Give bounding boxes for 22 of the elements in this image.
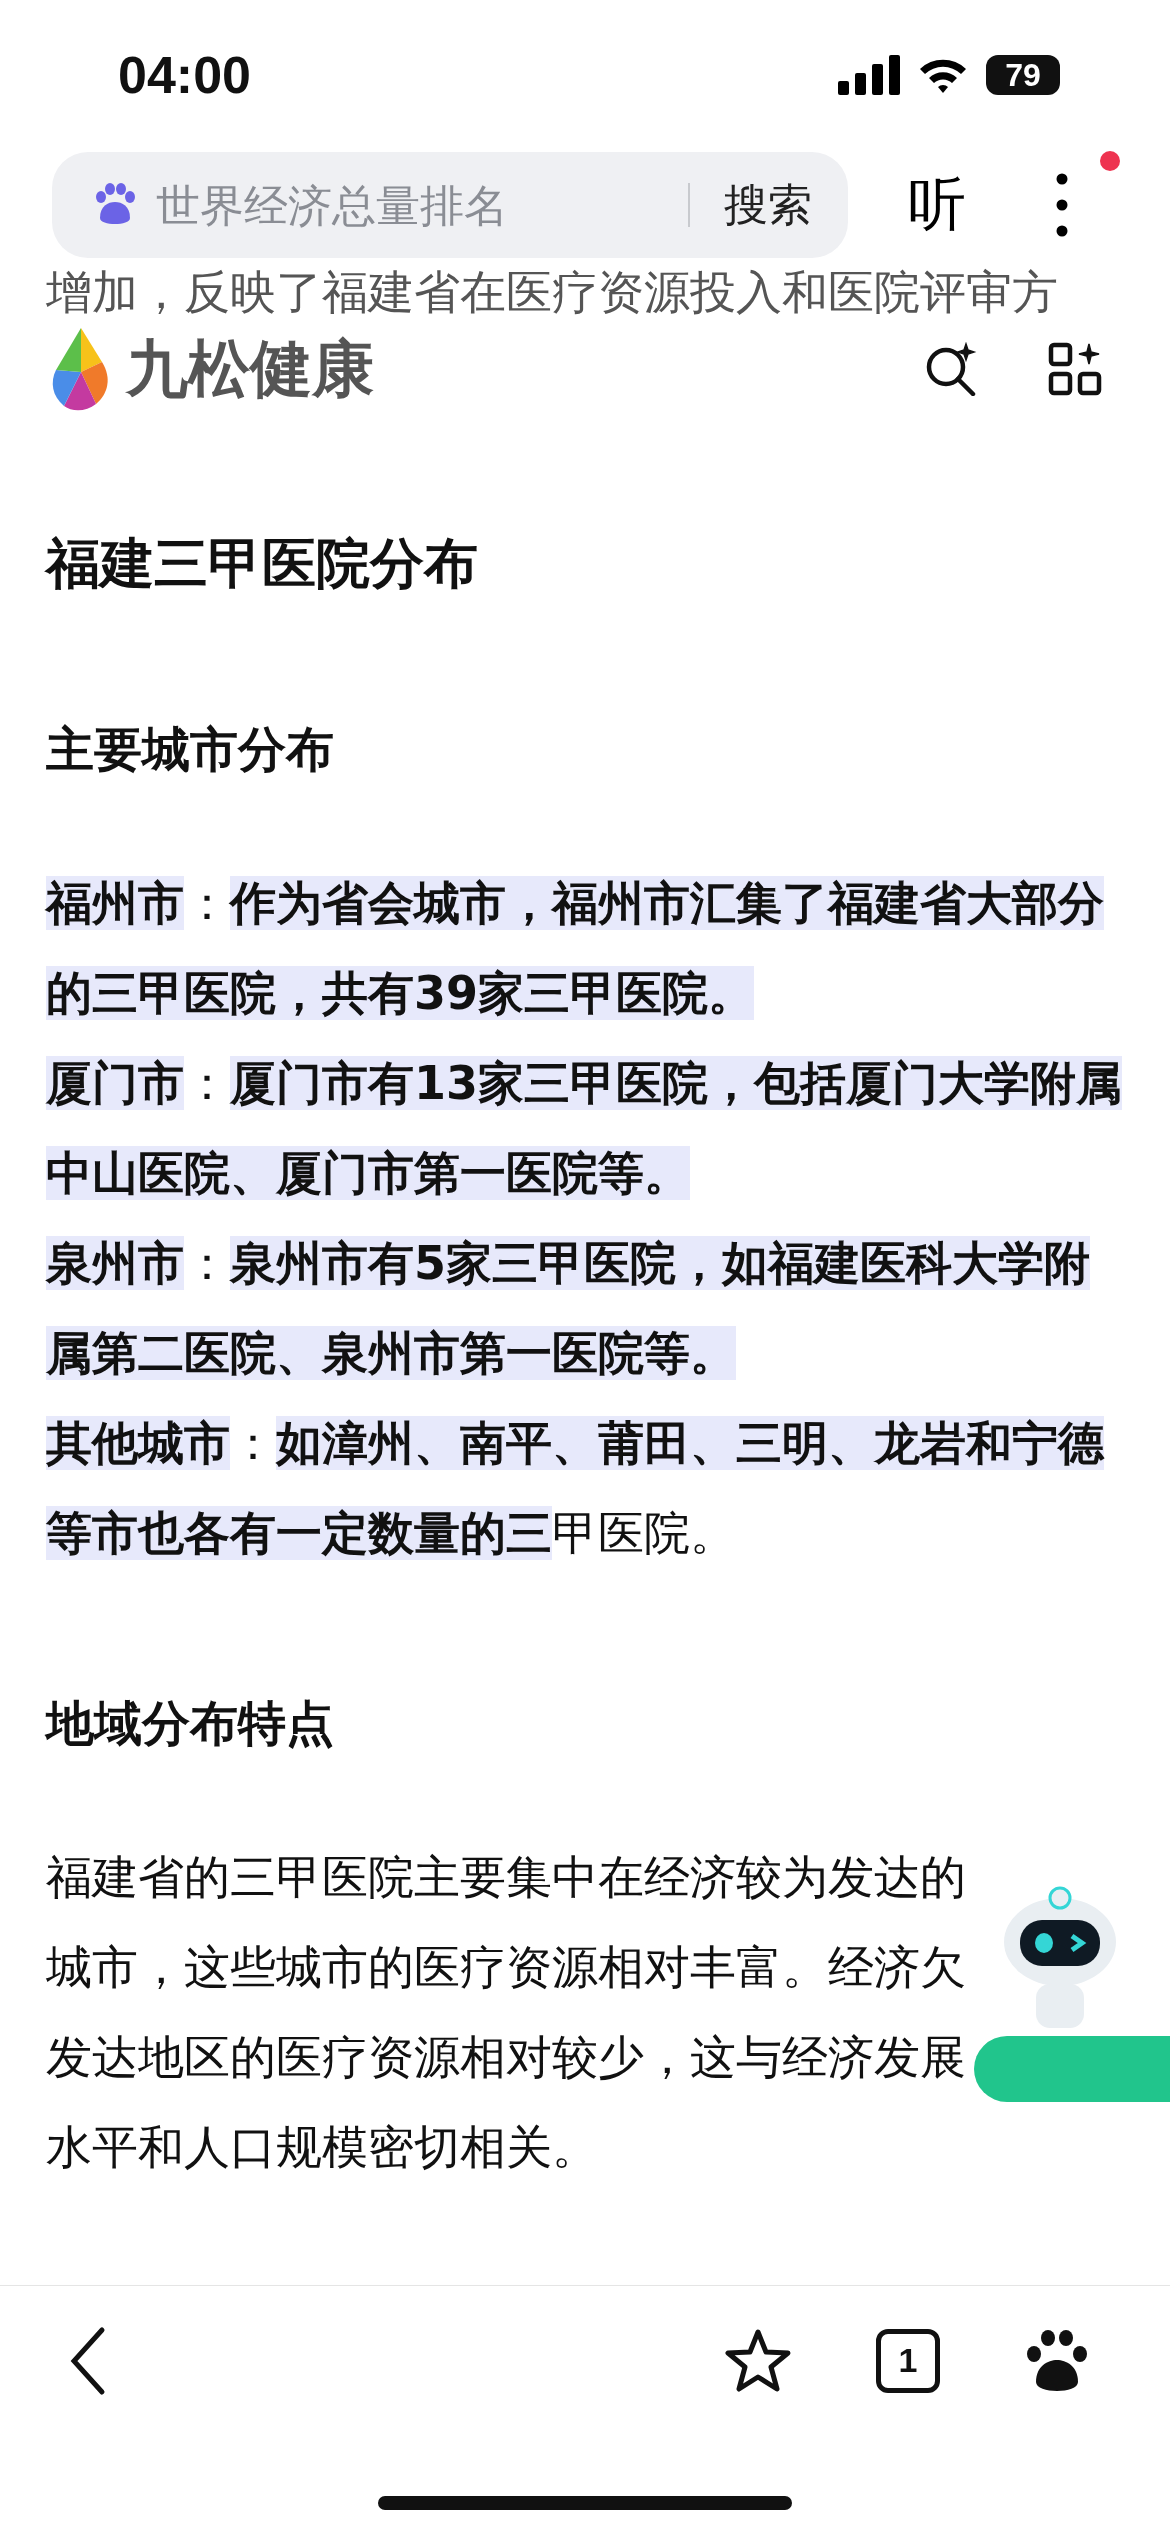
section-heading: 主要城市分布 (46, 720, 335, 779)
paragraph-text: 其他城市：如漳州、南平、莆田、三明、龙岩和宁德等市也各有一定数量的三甲医院。 (46, 1415, 1106, 1562)
site-name: 九松健康 (126, 331, 374, 407)
article-title: 福建三甲医院分布 (46, 531, 479, 597)
search-field[interactable]: 世界经济总量排名 搜索 (52, 152, 848, 258)
search-button[interactable]: 搜索 (706, 175, 812, 235)
paragraph-text: 福州市：作为省会城市，福州市汇集了福建省大部分的三甲医院，共有39家三甲医院。 (46, 875, 1105, 1022)
apps-icon[interactable] (1048, 342, 1102, 396)
status-time: 04:00 (118, 45, 251, 105)
battery-icon: 79 (986, 55, 1060, 95)
star-icon[interactable] (724, 2327, 792, 2394)
tab-count-button[interactable]: 1 (876, 2328, 940, 2393)
paw-icon[interactable] (1024, 2327, 1090, 2394)
listen-button[interactable]: 听 (908, 166, 966, 244)
section-heading: 地域分布特点 (46, 1694, 335, 1753)
search-icon[interactable] (924, 342, 978, 396)
paragraph-text: 增加，反映了福建省在医疗资源投入和医院评审方 (45, 264, 1059, 320)
paragraph-text: 厦门市：厦门市有13家三甲医院，包括厦门大学附属中山医院、厦门市第一医院等。 (46, 1055, 1124, 1202)
paragraph-text: 泉州市：泉州市有5家三甲医院，如福建医科大学附属第二医院、泉州市第一医院等。 (46, 1235, 1092, 1382)
signal-icon (838, 55, 900, 95)
paragraph-text: 福建省的三甲医院主要集中在经济较为发达的城市，这些城市的医疗资源相对丰富。经济欠发达地区的医疗资源相对较少，这与经济发展水平和人口规模密切相关。 (46, 1849, 967, 2176)
more-icon[interactable] (1056, 173, 1068, 237)
